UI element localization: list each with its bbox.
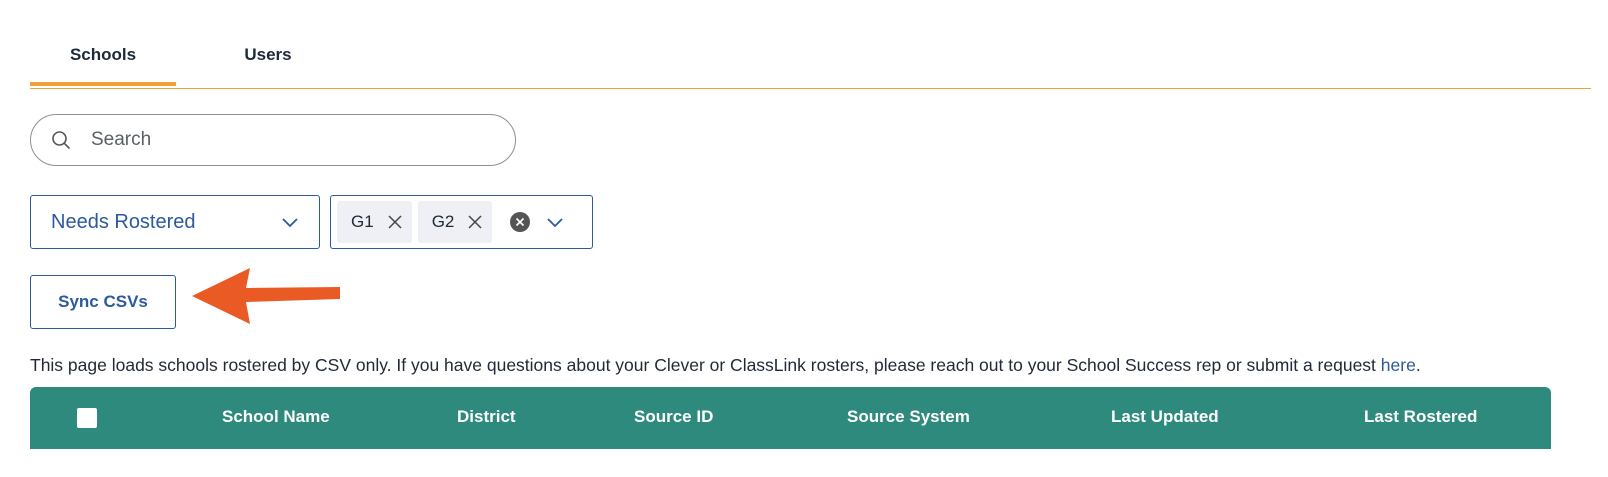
info-text: This page loads schools rostered by CSV … <box>30 355 1421 376</box>
tab-users[interactable]: Users <box>216 38 320 86</box>
column-header-last-rostered[interactable]: Last Rostered <box>1364 387 1477 447</box>
chevron-down-icon <box>281 216 299 228</box>
info-message: This page loads schools rostered by CSV … <box>30 355 1381 375</box>
column-header-last-updated[interactable]: Last Updated <box>1111 387 1219 447</box>
tab-bar: Schools Users <box>30 0 1591 89</box>
status-filter-select[interactable]: Needs Rostered <box>30 195 320 249</box>
chevron-down-icon[interactable] <box>546 216 564 228</box>
grade-filter-select[interactable]: G1 G2 <box>330 195 593 249</box>
column-header-district[interactable]: District <box>457 387 516 447</box>
info-suffix: . <box>1415 355 1421 375</box>
status-filter-value: Needs Rostered <box>51 210 196 233</box>
grade-chip: G1 <box>337 201 412 243</box>
sync-csvs-button[interactable]: Sync CSVs <box>30 275 176 329</box>
close-circle-icon[interactable] <box>510 212 531 232</box>
search-icon <box>51 130 71 150</box>
table-header: School Name District Source ID Source Sy… <box>30 387 1551 449</box>
tab-schools[interactable]: Schools <box>30 38 176 86</box>
close-icon[interactable] <box>468 215 482 229</box>
column-header-school-name[interactable]: School Name <box>222 387 330 447</box>
search-input[interactable] <box>89 128 473 152</box>
grade-chip: G2 <box>417 201 493 243</box>
grade-chip-label: G1 <box>351 212 374 231</box>
grade-chip-label: G2 <box>431 212 455 231</box>
request-link[interactable]: here <box>1381 355 1416 375</box>
select-all-checkbox[interactable] <box>77 408 97 428</box>
search-box[interactable] <box>30 114 516 166</box>
close-icon[interactable] <box>388 215 402 229</box>
column-header-source-id[interactable]: Source ID <box>634 387 713 447</box>
arrow-left-icon <box>192 268 340 324</box>
column-header-source-system[interactable]: Source System <box>847 387 970 447</box>
